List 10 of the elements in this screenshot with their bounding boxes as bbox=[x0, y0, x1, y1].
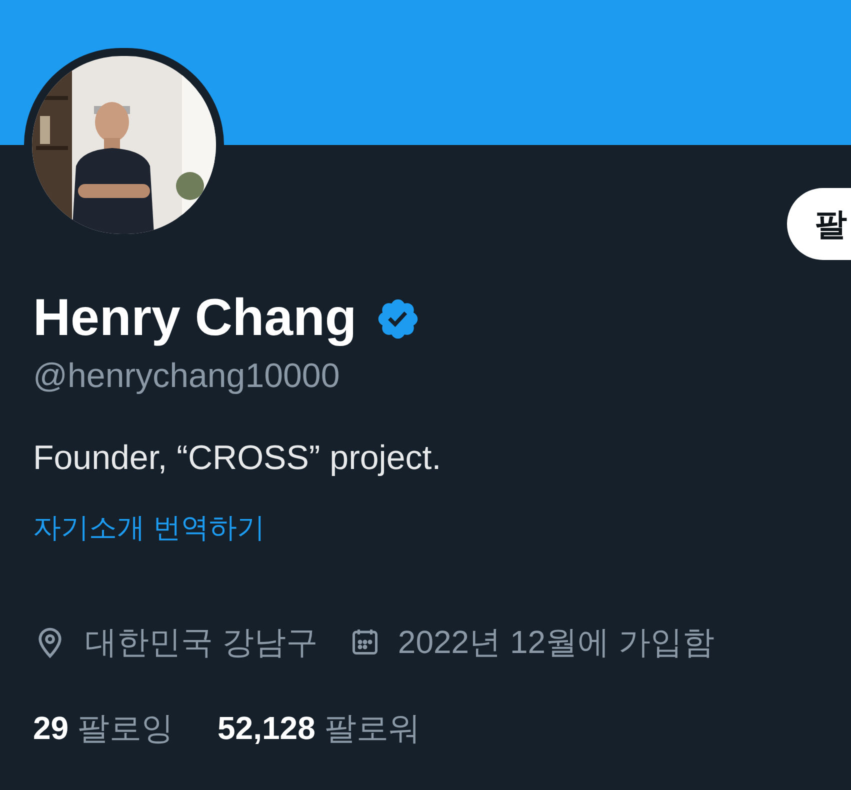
follow-stat-link[interactable]: 52,128 팔로워 bbox=[217, 708, 420, 748]
profile-handle: @henrychang10000 bbox=[33, 356, 341, 397]
follow-button[interactable]: 팔 bbox=[787, 188, 851, 260]
location-text: 대한민국 강남구 bbox=[85, 623, 318, 662]
follow-stat-link[interactable]: 29 팔로잉 bbox=[33, 708, 174, 748]
calendar-icon bbox=[350, 627, 380, 657]
profile-name: Henry Chang bbox=[33, 288, 357, 349]
join-date-text: 2022년 12월에 가입함 bbox=[398, 623, 714, 662]
profile-bio: Founder, “CROSS” project. bbox=[33, 438, 442, 479]
translate-bio-link[interactable]: 자기소개 번역하기 bbox=[33, 510, 265, 546]
